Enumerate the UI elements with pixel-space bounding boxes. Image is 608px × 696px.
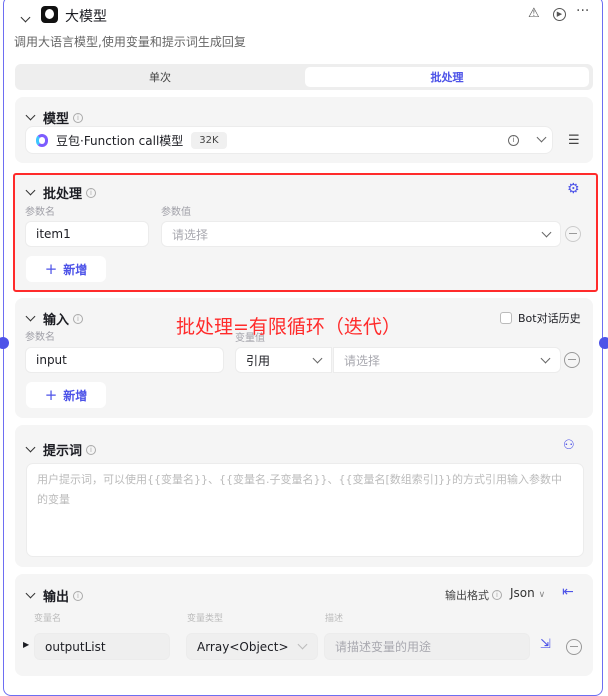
info-icon: i <box>73 313 84 324</box>
output-format-select[interactable]: Json ∨ <box>510 586 545 600</box>
chevron-down-icon <box>312 353 323 364</box>
info-icon: i <box>86 187 97 198</box>
model-section-header[interactable]: 模型 i <box>25 108 84 127</box>
param-value-label: 参数值 <box>161 207 191 218</box>
tab-single[interactable]: 单次 <box>15 64 305 90</box>
doubao-logo-icon <box>36 133 48 147</box>
info-icon: i <box>73 112 84 123</box>
section-title: 提示词 <box>43 444 83 459</box>
output-section: 输出 i 输出格式 i Json ∨ ⇤ 变量名 变量类型 描述 ▶ outputL… <box>15 574 593 676</box>
add-child-var-icon[interactable]: ⇲ <box>540 637 551 652</box>
node-description: 调用大语言模型,使用变量和提示词生成回复 <box>14 35 246 49</box>
chevron-down-icon <box>297 639 308 650</box>
prompt-section-header[interactable]: 提示词 i <box>25 440 97 459</box>
prompt-textarea[interactable]: 用户提示词，可以使用{{变量名}}、{{变量名.子变量名}}、{{变量名[数组索… <box>26 463 584 557</box>
batch-section-header[interactable]: 批处理 i <box>25 183 97 202</box>
output-format-label: 输出格式 i <box>445 587 502 603</box>
model-settings-icon[interactable]: ☰ <box>568 133 580 148</box>
param-name-label: 参数名 <box>25 207 55 218</box>
input-value-select[interactable]: 请选择 <box>333 347 561 373</box>
output-desc-input[interactable]: 请描述变量的用途 <box>324 633 530 660</box>
ref-type-select[interactable]: 引用 <box>235 347 332 373</box>
model-name: 豆包·Function call模型 <box>56 133 184 148</box>
prompt-variable-icon[interactable]: ⚇ <box>563 438 575 453</box>
output-var-type-select[interactable]: Array<Object> <box>186 633 318 660</box>
chevron-down-icon <box>540 353 551 364</box>
more-icon[interactable]: ··· <box>576 3 589 19</box>
remove-input-button[interactable] <box>564 352 580 368</box>
model-select[interactable]: 豆包·Function call模型 32K i <box>25 126 553 154</box>
output-section-header[interactable]: 输出 i <box>25 586 84 605</box>
collapse-node-icon[interactable] <box>20 10 34 24</box>
plus-icon: + <box>44 386 58 404</box>
run-icon[interactable]: ▶ <box>553 8 566 21</box>
remove-output-button[interactable] <box>566 639 582 655</box>
batch-param-value-select[interactable]: 请选择 <box>161 221 561 247</box>
output-var-name-input[interactable]: outputList <box>34 633 170 660</box>
section-title: 输出 <box>43 590 70 605</box>
tab-batch[interactable]: 批处理 <box>305 67 589 87</box>
param-name-label: 参数名 <box>25 332 55 343</box>
col-desc-label: 描述 <box>325 614 344 624</box>
collapse-output-icon[interactable]: ⇤ <box>562 584 574 600</box>
input-param-name-input[interactable]: input <box>25 347 224 373</box>
checkbox-icon <box>500 312 512 324</box>
section-title: 批处理 <box>43 187 83 202</box>
col-type-label: 变量类型 <box>187 614 224 624</box>
batch-param-name-input[interactable]: item1 <box>25 221 149 247</box>
info-icon: i <box>73 590 84 601</box>
mode-tabs: 单次 批处理 <box>15 64 593 90</box>
plus-icon: + <box>44 260 58 278</box>
llm-node-icon <box>41 6 58 23</box>
annotation-text: 批处理=有限循环（迭代） <box>176 316 401 338</box>
chevron-down-icon <box>536 132 547 143</box>
input-add-button[interactable]: + 新增 <box>26 382 106 408</box>
output-port[interactable] <box>599 337 608 349</box>
expand-row-icon[interactable]: ▶ <box>23 640 29 649</box>
batch-section: 批处理 i ⚙ 参数名 参数值 item1 请选择 + 新增 <box>13 173 598 292</box>
info-icon: i <box>86 444 97 455</box>
input-section-header[interactable]: 输入 i <box>25 309 84 328</box>
model-info-icon[interactable]: i <box>508 135 519 146</box>
node-title: 大模型 <box>65 9 107 25</box>
prompt-section: 提示词 i ⚇ 用户提示词，可以使用{{变量名}}、{{变量名.子变量名}}、{{… <box>15 425 593 567</box>
batch-settings-gear-icon[interactable]: ⚙ <box>567 181 580 197</box>
disable-alert-icon[interactable]: ⚠ <box>528 6 540 21</box>
model-section: 模型 i 豆包·Function call模型 32K i ☰ <box>15 97 593 163</box>
context-badge: 32K <box>191 131 227 149</box>
section-title: 模型 <box>43 112 70 127</box>
batch-add-button[interactable]: + 新增 <box>26 256 106 282</box>
bot-history-checkbox[interactable]: Bot对话历史 <box>500 310 581 326</box>
col-name-label: 变量名 <box>34 614 62 624</box>
remove-param-button[interactable] <box>565 226 581 242</box>
section-title: 输入 <box>43 313 70 328</box>
